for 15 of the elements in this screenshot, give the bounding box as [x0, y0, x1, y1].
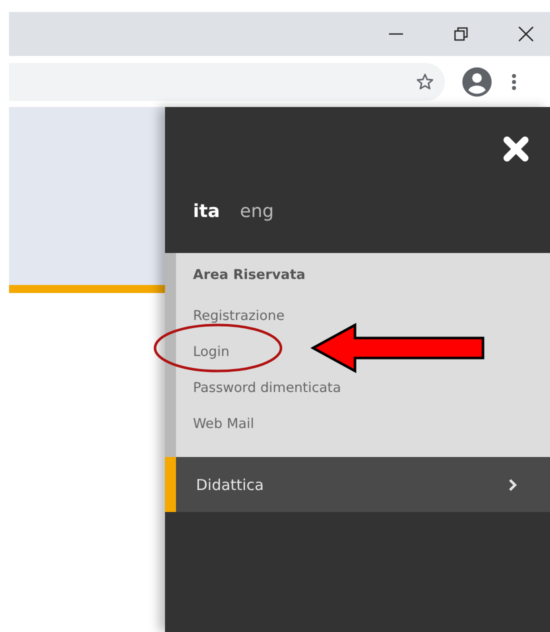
menu-link[interactable]: Password dimenticata — [193, 378, 341, 398]
menu-link[interactable]: Registrazione — [193, 306, 285, 326]
profile-icon[interactable] — [461, 66, 493, 98]
menu-link[interactable]: Login — [193, 342, 230, 362]
section-title: Area Riservata — [193, 266, 306, 285]
chevron-right-icon — [508, 478, 518, 492]
close-window-icon[interactable] — [518, 26, 534, 42]
language-tab[interactable]: ita — [193, 201, 220, 222]
kebab-menu-icon[interactable] — [511, 72, 517, 92]
menu-link[interactable]: Web Mail — [193, 414, 254, 434]
menu-item[interactable]: Didattica — [165, 457, 550, 512]
star-icon[interactable] — [415, 72, 435, 92]
restore-icon[interactable] — [453, 26, 469, 42]
close-icon[interactable] — [502, 135, 530, 163]
language-tab[interactable]: eng — [240, 201, 274, 222]
